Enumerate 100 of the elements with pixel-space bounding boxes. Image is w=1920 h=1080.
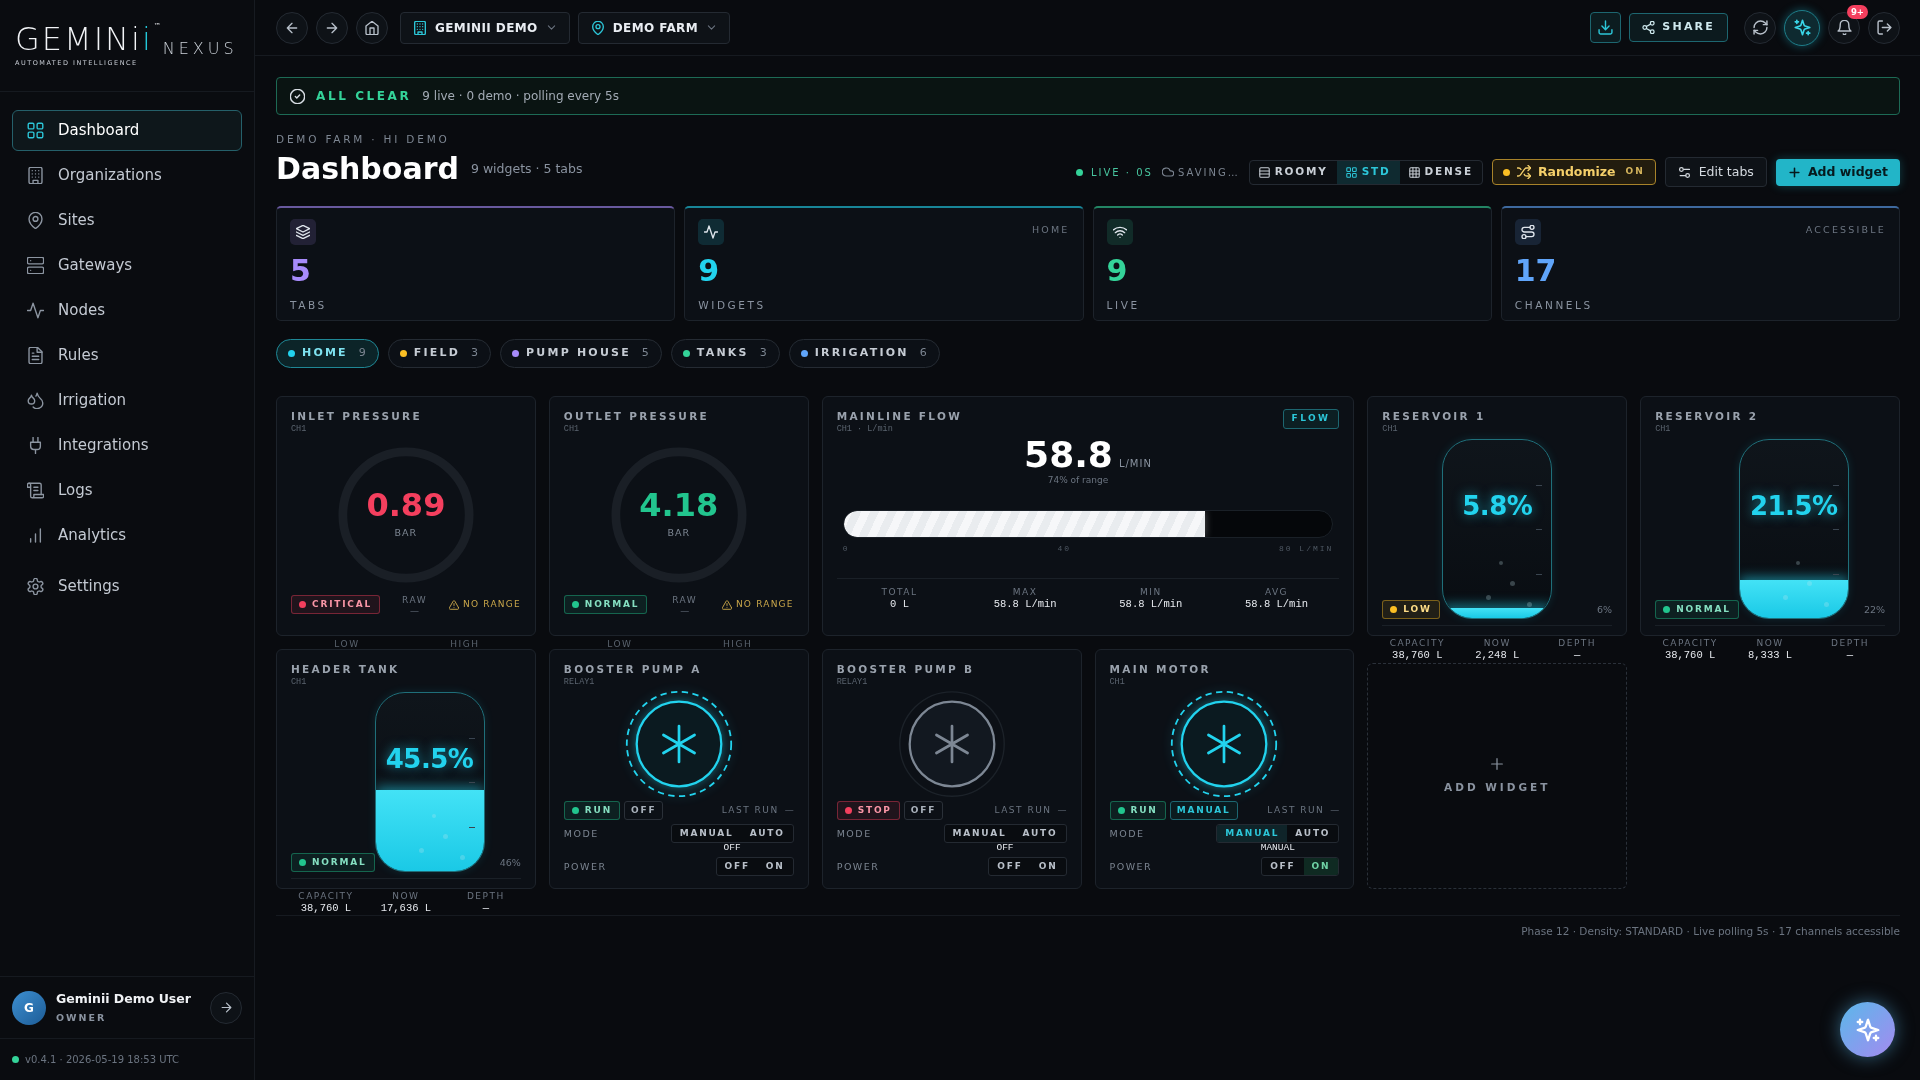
power-option[interactable]: OFF: [716, 858, 758, 875]
widget-channel: CH1: [291, 676, 308, 688]
nav-item[interactable]: Settings: [12, 566, 242, 607]
save-status: SAVING…: [1177, 165, 1240, 180]
tab[interactable]: HOME 9: [276, 339, 379, 368]
user-role: OWNER: [56, 1010, 108, 1025]
stat-value: 9: [698, 256, 721, 286]
live-dot-icon: [1075, 168, 1083, 176]
assistant-fab[interactable]: [1840, 1002, 1895, 1057]
gauge-value: 0.89: [366, 489, 446, 522]
randomize-button[interactable]: Randomize ON: [1491, 159, 1656, 185]
stat-value: 58.8 L/min: [1118, 598, 1184, 611]
nav-item[interactable]: Organizations: [12, 155, 242, 196]
nav-item[interactable]: Irrigation: [12, 380, 242, 421]
shuffle-icon: [1516, 165, 1531, 179]
pulse-icon: [27, 302, 44, 319]
chevron-down-icon: [706, 22, 718, 33]
stat-value: 38,760 L: [299, 902, 353, 915]
plug-icon: [27, 437, 44, 454]
level-percent: 46%: [498, 856, 521, 870]
nav-item[interactable]: Integrations: [12, 425, 242, 466]
field-label: MODE: [1109, 827, 1145, 841]
download-icon: [1598, 20, 1614, 35]
mode-option[interactable]: MANUAL: [671, 825, 742, 842]
tab[interactable]: IRRIGATION 6: [788, 339, 940, 368]
assistant-button[interactable]: [1784, 9, 1820, 46]
status-text: NORMAL: [1676, 602, 1731, 616]
tank-percent: 45.5%: [384, 743, 475, 777]
power-option[interactable]: OFF: [1262, 858, 1304, 875]
status-text: RUN: [584, 803, 612, 817]
nav-item[interactable]: Analytics: [12, 515, 242, 556]
refresh-button[interactable]: [1744, 11, 1776, 44]
add-widget-tile[interactable]: ADD WIDGET: [1367, 663, 1628, 889]
mode-option[interactable]: MANUAL: [944, 825, 1015, 842]
power-option[interactable]: OFF: [989, 858, 1031, 875]
nav-item[interactable]: Nodes: [12, 290, 242, 331]
power-option[interactable]: ON: [757, 858, 793, 875]
footer-status: Phase 12 · Density: STANDARD · Live polling 5s · 17 channels accessible: [276, 915, 1900, 940]
warning-icon: [449, 599, 460, 610]
stat-label: TABS: [290, 298, 328, 313]
site-dropdown[interactable]: DEMO FARM: [577, 11, 731, 44]
edit-tabs-button[interactable]: Edit tabs: [1664, 157, 1767, 187]
scroll-icon: [27, 482, 44, 499]
home-icon: [365, 20, 379, 35]
banner-detail: 9 live · 0 demo · polling every 5s: [422, 88, 619, 105]
add-widget-button[interactable]: Add widget: [1775, 158, 1900, 186]
logo-product: NEXUS: [162, 37, 238, 60]
stat-value: 5: [290, 256, 312, 286]
status-dot-icon: [844, 807, 852, 814]
organization-dropdown[interactable]: GEMINII DEMO: [400, 11, 570, 44]
nav-item[interactable]: Rules: [12, 335, 242, 376]
avatar: G: [12, 990, 46, 1025]
nav-item[interactable]: Dashboard: [12, 110, 242, 151]
stat-value: —: [784, 805, 794, 816]
gauge-unit: BAR: [393, 526, 419, 541]
stat-value: 8,333 L: [1747, 649, 1794, 662]
widget-title: HEADER TANK: [291, 662, 401, 676]
arrow-right-icon: [325, 20, 339, 35]
profile-button[interactable]: [210, 991, 242, 1024]
field-label: POWER: [836, 860, 880, 874]
logout-button[interactable]: [1868, 11, 1900, 44]
nav-item[interactable]: Sites: [12, 200, 242, 241]
status-text: NORMAL: [584, 597, 640, 611]
density-option[interactable]: DENSE: [1399, 160, 1482, 184]
forward-button[interactable]: [316, 11, 348, 44]
stat-label: LAST RUN: [721, 805, 779, 816]
stat-value: —: [1330, 805, 1340, 816]
mode-option[interactable]: AUTO: [1287, 825, 1339, 842]
status-text: NORMAL: [312, 855, 367, 869]
mode-option[interactable]: AUTO: [741, 825, 793, 842]
tab[interactable]: PUMP HOUSE 5: [500, 339, 662, 368]
density-option[interactable]: STD: [1336, 160, 1400, 184]
tab[interactable]: FIELD 3: [387, 339, 492, 368]
mode-status: OFF: [903, 801, 944, 820]
power-option[interactable]: ON: [1030, 858, 1066, 875]
widget-title: BOOSTER PUMP B: [836, 662, 976, 676]
power-option[interactable]: ON: [1303, 858, 1339, 875]
tab[interactable]: TANKS 3: [670, 339, 780, 368]
layers-icon: [290, 219, 316, 245]
mode-option[interactable]: MANUAL: [1217, 825, 1288, 842]
status-text: LOW: [1403, 602, 1432, 616]
gauge-unit: BAR: [666, 526, 692, 541]
widget-channel: CH1: [1655, 423, 1672, 435]
widget-channel: RELAY1: [563, 676, 596, 688]
status-text: RUN: [1130, 803, 1158, 817]
nav-item[interactable]: Logs: [12, 470, 242, 511]
flow-value: 58.8: [1024, 435, 1113, 475]
home-button[interactable]: [356, 11, 388, 44]
download-button[interactable]: [1590, 12, 1622, 43]
nav-item[interactable]: Gateways: [12, 245, 242, 286]
building-icon: [27, 167, 44, 184]
mode-option[interactable]: AUTO: [1014, 825, 1066, 842]
stat-label: WIDGETS: [698, 298, 767, 313]
mode-status: MANUAL: [1169, 801, 1238, 820]
share-button[interactable]: SHARE: [1629, 13, 1728, 42]
density-option[interactable]: ROOMY: [1249, 160, 1337, 184]
back-button[interactable]: [276, 11, 308, 44]
flow-unit: L/MIN: [1118, 457, 1152, 471]
stat-label: LIVE: [1106, 298, 1141, 313]
stat-label: NOW: [1482, 638, 1512, 649]
